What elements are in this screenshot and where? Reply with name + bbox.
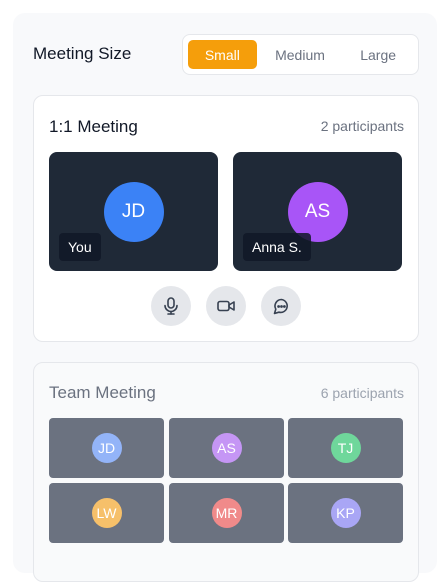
meeting-size-label: Meeting Size xyxy=(33,44,132,63)
team-video-tile[interactable]: KP xyxy=(288,483,403,543)
chat-button[interactable] xyxy=(261,286,301,326)
size-option-small[interactable]: Small xyxy=(188,40,257,69)
video-camera-icon xyxy=(217,300,235,312)
chat-bubble-icon xyxy=(273,298,288,314)
participant-name-label: You xyxy=(59,233,101,261)
participant-name-label: Anna S. xyxy=(243,233,311,261)
card-title: 1:1 Meeting xyxy=(49,117,138,136)
avatar: JD xyxy=(91,433,122,463)
team-video-tile[interactable]: AS xyxy=(169,418,284,478)
card-title: Team Meeting xyxy=(49,383,156,402)
video-tile-anna[interactable]: AS Anna S. xyxy=(233,152,402,271)
one-on-one-meeting-card: 1:1 Meeting 2 participants JD You AS Ann… xyxy=(33,95,419,342)
participant-count: 6 participants xyxy=(320,385,404,401)
size-option-medium[interactable]: Medium xyxy=(257,40,344,69)
avatar: AS xyxy=(211,433,242,463)
avatar: TJ xyxy=(330,433,361,463)
team-video-tile[interactable]: JD xyxy=(49,418,164,478)
team-video-tile[interactable]: LW xyxy=(49,483,164,543)
meeting-size-panel: Meeting Size Small Medium Large 1:1 Meet… xyxy=(13,13,437,582)
team-video-tile[interactable]: TJ xyxy=(288,418,403,478)
size-option-large[interactable]: Large xyxy=(343,40,413,69)
video-tile-you[interactable]: JD You xyxy=(49,152,218,271)
avatar: MR xyxy=(211,498,242,528)
participant-count: 2 participants xyxy=(320,118,404,134)
meeting-size-selector: Small Medium Large xyxy=(182,34,419,75)
avatar: LW xyxy=(91,498,122,528)
team-meeting-card: Team Meeting 6 participants JD AS TJ LW … xyxy=(33,362,419,582)
video-toggle-button[interactable] xyxy=(206,286,246,326)
mute-button[interactable] xyxy=(151,286,191,326)
avatar: KP xyxy=(330,498,361,528)
team-video-tile[interactable]: MR xyxy=(169,483,284,543)
avatar: JD xyxy=(103,182,164,242)
call-controls xyxy=(34,286,418,326)
microphone-icon xyxy=(164,297,178,315)
